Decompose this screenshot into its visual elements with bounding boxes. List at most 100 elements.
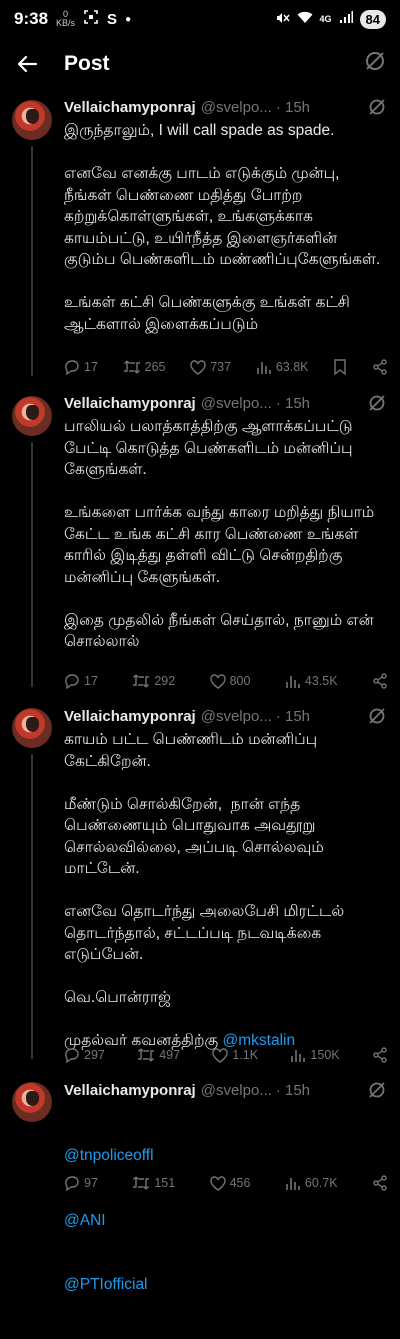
avatar[interactable] (12, 100, 52, 140)
tweet-4[interactable]: Vellaichamyponraj @svelpo... · 15h @tnpo… (0, 1072, 400, 1293)
author-name[interactable]: Vellaichamyponraj (64, 708, 196, 725)
reply-button[interactable]: 297 (64, 1047, 105, 1063)
reply-count: 17 (84, 360, 98, 374)
grok-icon[interactable] (368, 1081, 386, 1103)
repost-count: 292 (154, 674, 176, 688)
tweet-2[interactable]: Vellaichamyponraj @svelpo... · 15h பாலிய… (0, 388, 400, 700)
repost-button[interactable]: 151 (132, 1175, 175, 1191)
tweet-3[interactable]: Vellaichamyponraj @svelpo... · 15h காயம்… (0, 700, 400, 1072)
views-button[interactable]: 43.5K (285, 674, 338, 689)
tweet-header: Vellaichamyponraj @svelpo... · 15h (64, 1079, 386, 1101)
mention-link[interactable]: @PTIofficial (64, 1274, 386, 1296)
share-button[interactable] (372, 359, 388, 375)
reply-icon (64, 1175, 80, 1191)
views-count: 60.7K (304, 1176, 338, 1190)
s-app-icon: S (107, 10, 118, 28)
repost-icon (132, 1175, 150, 1191)
notification-dot-icon: ● (125, 13, 132, 25)
mention-link[interactable]: @tnpoliceoffl (64, 1145, 386, 1167)
author-name[interactable]: Vellaichamyponraj (64, 1082, 196, 1099)
grok-icon[interactable] (368, 98, 386, 120)
reply-count: 97 (84, 1176, 98, 1190)
status-bar: 9:38 0 KB/s S ● 4G 84 (0, 0, 400, 38)
views-button[interactable]: 150K (290, 1048, 340, 1063)
tweet-header: Vellaichamyponraj @svelpo... · 15h (64, 705, 386, 727)
avatar[interactable] (12, 396, 52, 436)
author-handle[interactable]: @svelpo... (201, 708, 272, 725)
tweet-time[interactable]: · 15h (276, 395, 310, 412)
page-title: Post (64, 52, 110, 75)
tweet-time[interactable]: · 15h (276, 1082, 310, 1099)
like-count: 800 (229, 674, 251, 688)
tweet-header: Vellaichamyponraj @svelpo... · 15h (64, 96, 386, 118)
views-count: 63.8K (275, 360, 309, 374)
share-button[interactable] (372, 1175, 388, 1191)
bookmark-icon (333, 359, 347, 375)
mention-link[interactable]: @ANI (64, 1210, 386, 1232)
repost-icon (137, 1047, 155, 1063)
views-icon (285, 1176, 301, 1191)
like-button[interactable]: 1.1K (212, 1047, 259, 1063)
back-arrow-icon[interactable] (16, 53, 38, 75)
heart-icon (209, 1175, 226, 1191)
tweet-actions: 97 151 456 60.7K (64, 1172, 388, 1194)
tweet-actions: 297 497 1.1K 150K (64, 1044, 388, 1066)
data-rate-unit: KB/s (56, 18, 76, 28)
like-count: 456 (229, 1176, 251, 1190)
battery-indicator: 84 (359, 9, 386, 29)
tweet-text: இருந்தாலும், I will call spade as spade.… (64, 122, 381, 333)
repost-button[interactable]: 292 (132, 673, 175, 689)
views-icon (285, 674, 301, 689)
tweet-time[interactable]: · 15h (276, 708, 310, 725)
repost-button[interactable]: 265 (123, 359, 166, 375)
like-button[interactable]: 456 (209, 1175, 251, 1191)
tweet-body: காயம் பட்ட பெண்ணிடம் மன்னிப்பு கேட்கிறேன… (64, 731, 345, 1049)
share-button[interactable] (372, 1047, 388, 1063)
tweet-text: பாலியல் பலாத்காத்திற்கு ஆளாக்கப்பட்டு பே… (64, 418, 375, 650)
bookmark-button[interactable] (333, 359, 347, 375)
views-icon (290, 1048, 306, 1063)
reply-icon (64, 1047, 80, 1063)
avatar[interactable] (12, 708, 52, 748)
repost-count: 265 (144, 360, 166, 374)
tweet-time[interactable]: · 15h (276, 99, 310, 116)
avatar[interactable] (12, 1082, 52, 1122)
reply-count: 17 (84, 674, 98, 688)
reply-button[interactable]: 17 (64, 673, 98, 689)
repost-count: 497 (159, 1048, 181, 1062)
thread-line (31, 146, 33, 376)
like-count: 1.1K (232, 1048, 259, 1062)
share-icon (372, 359, 388, 375)
heart-icon (209, 673, 226, 689)
status-time: 9:38 (14, 9, 49, 28)
scan-icon (83, 9, 99, 29)
thread-line (31, 442, 33, 687)
like-count: 737 (210, 360, 232, 374)
views-button[interactable]: 60.7K (285, 1176, 338, 1191)
author-handle[interactable]: @svelpo... (201, 395, 272, 412)
author-handle[interactable]: @svelpo... (201, 99, 272, 116)
views-button[interactable]: 63.8K (256, 360, 309, 375)
like-button[interactable]: 737 (190, 359, 232, 375)
post-header: Post (0, 38, 400, 90)
network-type: 4G (319, 14, 332, 24)
reply-button[interactable]: 17 (64, 359, 98, 375)
like-button[interactable]: 800 (209, 673, 251, 689)
heart-icon (212, 1047, 229, 1063)
grok-icon[interactable] (368, 394, 386, 416)
share-icon (372, 1175, 388, 1191)
author-name[interactable]: Vellaichamyponraj (64, 99, 196, 116)
reply-icon (64, 359, 80, 375)
author-name[interactable]: Vellaichamyponraj (64, 395, 196, 412)
repost-icon (132, 673, 150, 689)
data-rate-indicator: 0 KB/s (56, 10, 75, 28)
reply-button[interactable]: 97 (64, 1175, 98, 1191)
author-handle[interactable]: @svelpo... (201, 1082, 272, 1099)
grok-icon[interactable] (364, 50, 386, 77)
repost-button[interactable]: 497 (137, 1047, 180, 1063)
tweet-1[interactable]: Vellaichamyponraj @svelpo... · 15h இருந்… (0, 90, 400, 390)
signal-icon (339, 11, 353, 27)
share-button[interactable] (372, 673, 388, 689)
grok-icon[interactable] (368, 707, 386, 729)
share-icon (372, 1047, 388, 1063)
